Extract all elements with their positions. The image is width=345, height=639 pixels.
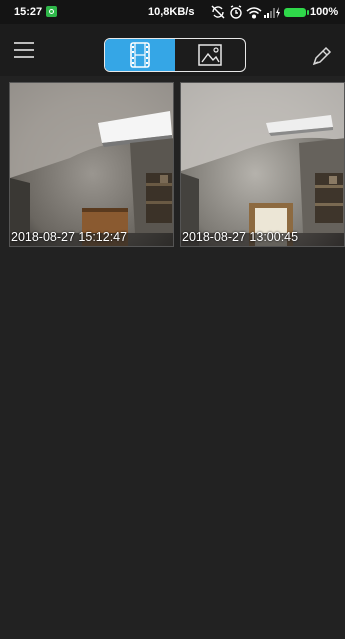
alarm-icon bbox=[230, 5, 242, 19]
battery-percent: 100% bbox=[310, 6, 339, 18]
camera-snapshot-image bbox=[10, 83, 173, 246]
wifi-icon bbox=[246, 7, 262, 19]
menu-icon-line bbox=[14, 49, 34, 51]
menu-icon bbox=[14, 42, 34, 44]
camera-snapshot-image bbox=[181, 83, 344, 246]
charging-icon bbox=[276, 7, 280, 18]
thumbnail-timestamp: 2018-08-27 13:00:45 bbox=[182, 230, 299, 244]
app-notification-icon bbox=[46, 6, 57, 17]
battery-icon bbox=[284, 8, 309, 17]
media-thumbnail[interactable]: 2018-08-27 13:00:45 bbox=[180, 82, 345, 247]
signal-icon bbox=[264, 8, 275, 18]
image-icon bbox=[198, 44, 222, 66]
menu-button[interactable] bbox=[14, 40, 36, 60]
status-time: 15:27 bbox=[14, 6, 43, 18]
app-screen: 15:27 10,8KB/s 100% 2018-08-27 15:12:47 … bbox=[0, 0, 345, 639]
pencil-icon bbox=[312, 46, 332, 66]
menu-icon-line bbox=[14, 56, 34, 58]
photo-tab[interactable] bbox=[175, 39, 245, 71]
edit-button[interactable] bbox=[310, 46, 332, 68]
status-bar: 15:27 10,8KB/s 100% bbox=[0, 0, 345, 24]
media-type-toggle bbox=[104, 38, 246, 72]
thumbnail-timestamp: 2018-08-27 15:12:47 bbox=[11, 230, 128, 244]
video-film-icon bbox=[130, 42, 150, 68]
sync-off-icon bbox=[211, 5, 225, 19]
video-tab[interactable] bbox=[105, 39, 175, 71]
top-toolbar bbox=[0, 24, 345, 76]
network-speed: 10,8KB/s bbox=[148, 6, 195, 18]
media-thumbnail[interactable]: 2018-08-27 15:12:47 bbox=[9, 82, 174, 247]
status-icons bbox=[211, 5, 280, 19]
